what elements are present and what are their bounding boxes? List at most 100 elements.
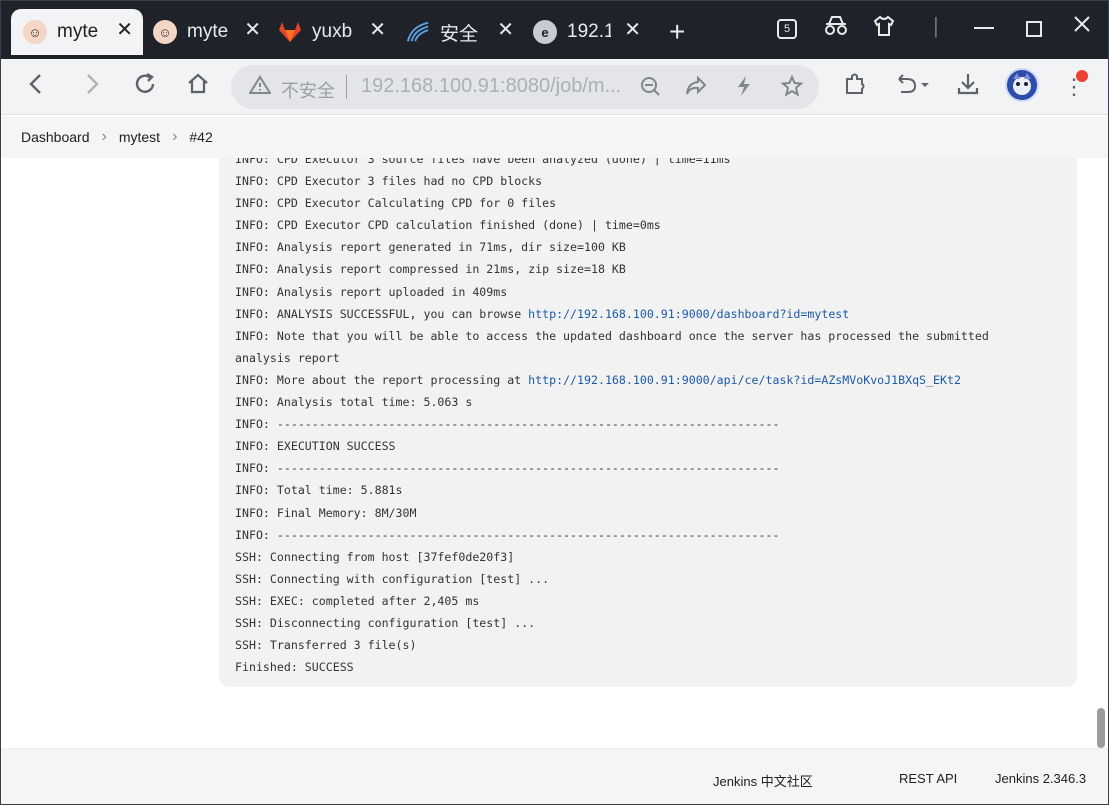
reload-button[interactable] — [133, 71, 157, 102]
console-line: analysis report — [235, 347, 1061, 369]
console-line-text: INFO: ----------------------------------… — [235, 527, 780, 542]
notification-badge — [1076, 70, 1088, 82]
main-content: INFO: CPD Executor 3 source files have b… — [1, 158, 1108, 748]
console-line: INFO: CPD Executor Calculating CPD for 0… — [235, 192, 1061, 214]
console-line-text: INFO: ----------------------------------… — [235, 417, 780, 432]
console-output: INFO: CPD Executor 3 source files have b… — [219, 158, 1077, 687]
signal-icon — [406, 20, 430, 44]
zoom-out-icon[interactable] — [639, 75, 661, 103]
console-line-text: INFO: EXECUTION SUCCESS — [235, 439, 396, 454]
tab-label: myte — [57, 21, 99, 42]
close-icon[interactable]: ✕ — [497, 20, 514, 40]
console-line-text: INFO: Analysis total time: 5.063 s — [235, 395, 473, 410]
console-line: INFO: Final Memory: 8M/30M — [235, 502, 1061, 524]
home-button[interactable] — [186, 71, 210, 102]
close-icon[interactable]: ✕ — [244, 20, 261, 40]
footer: Jenkins 中文社区 REST API Jenkins 2.346.3 — [1, 748, 1108, 804]
console-line-text: analysis report — [235, 350, 340, 365]
close-icon[interactable]: ✕ — [624, 20, 641, 40]
divider: | — [933, 13, 939, 38]
tab-mytest-active[interactable]: ☺ myte ✕ — [11, 9, 143, 55]
console-line-text: INFO: CPD Executor 3 files had no CPD bl… — [235, 174, 543, 189]
console-line: INFO: ----------------------------------… — [235, 524, 1061, 546]
warning-icon — [248, 75, 272, 100]
console-line-text: SSH: EXEC: completed after 2,405 ms — [235, 593, 480, 608]
console-line: INFO: CPD Executor 3 files had no CPD bl… — [235, 170, 1061, 192]
console-line-text: INFO: Analysis report compressed in 21ms… — [235, 262, 626, 277]
star-icon[interactable] — [780, 74, 804, 103]
tab-bar: ☺ myte ✕ ☺ myte ✕ yuxb ✕ 安全 ✕ e 192.1 ✕ — [1, 1, 1108, 59]
browser-window: ☺ myte ✕ ☺ myte ✕ yuxb ✕ 安全 ✕ e 192.1 ✕ — [0, 0, 1109, 805]
url-text[interactable]: 192.168.100.91:8080/job/m... — [361, 75, 621, 98]
console-line: INFO: Analysis report generated in 71ms,… — [235, 236, 1061, 258]
console-line: INFO: Analysis report compressed in 21ms… — [235, 258, 1061, 280]
console-line-text: SSH: Connecting with configuration [test… — [235, 571, 550, 586]
console-line: INFO: ----------------------------------… — [235, 457, 1061, 479]
console-line: SSH: Connecting with configuration [test… — [235, 568, 1061, 590]
tab-count-icon[interactable]: 5 — [777, 19, 797, 39]
console-line-text: INFO: More about the report processing a… — [235, 372, 529, 387]
security-label: 不安全 — [281, 81, 335, 101]
breadcrumb: Dashboard › mytest › #42 — [1, 116, 1108, 158]
console-line-text: INFO: CPD Executor CPD calculation finis… — [235, 218, 661, 233]
maximize-button[interactable] — [1026, 21, 1042, 37]
tab-ip[interactable]: e 192.1 ✕ — [521, 9, 651, 55]
console-line: INFO: ANALYSIS SUCCESSFUL, you can brows… — [235, 303, 1061, 325]
gitlab-icon — [278, 20, 302, 44]
extensions-icon[interactable] — [843, 71, 867, 102]
close-icon[interactable]: ✕ — [369, 20, 386, 40]
chevron-right-icon: › — [101, 128, 107, 145]
console-line-text: INFO: Analysis report generated in 71ms,… — [235, 240, 626, 255]
jenkins-icon: ☺ — [23, 20, 47, 44]
back-button[interactable] — [25, 71, 47, 102]
avatar[interactable] — [1005, 68, 1039, 102]
scrollbar[interactable] — [1097, 708, 1105, 748]
close-icon[interactable]: ✕ — [116, 20, 133, 40]
incognito-icon[interactable] — [824, 15, 848, 43]
breadcrumb-job[interactable]: mytest — [119, 129, 160, 145]
tab-label: yuxb — [312, 21, 353, 42]
footer-version[interactable]: Jenkins 2.346.3 — [995, 771, 1086, 786]
tab-mytest[interactable]: ☺ myte ✕ — [141, 9, 271, 55]
console-line-text: INFO: CPD Executor Calculating CPD for 0… — [235, 196, 557, 211]
tab-gitlab[interactable]: yuxb ✕ — [266, 9, 396, 55]
console-line: INFO: Analysis total time: 5.063 s — [235, 391, 1061, 413]
console-line: INFO: Analysis report uploaded in 409ms — [235, 281, 1061, 303]
forward-button[interactable] — [81, 71, 103, 102]
console-line-text: SSH: Disconnecting configuration [test] … — [235, 615, 536, 630]
minimize-button[interactable] — [974, 27, 994, 29]
console-line: INFO: Note that you will be able to acce… — [235, 325, 1061, 347]
console-line: INFO: Total time: 5.881s — [235, 479, 1061, 501]
undo-dropdown-icon[interactable] — [895, 71, 931, 102]
edge-icon: e — [533, 20, 557, 44]
lightning-icon[interactable] — [735, 75, 753, 103]
shirt-icon[interactable] — [873, 15, 895, 43]
console-line: INFO: CPD Executor 3 source files have b… — [235, 158, 1061, 170]
window-close-button[interactable] — [1073, 13, 1091, 39]
console-line-text: INFO: ANALYSIS SUCCESSFUL, you can brows… — [235, 306, 529, 321]
console-line: INFO: ----------------------------------… — [235, 413, 1061, 435]
console-line-text: Finished: SUCCESS — [235, 660, 354, 675]
share-icon[interactable] — [685, 75, 707, 103]
tab-label: 192.1 — [567, 21, 611, 42]
console-line-text: INFO: Analysis report uploaded in 409ms — [235, 284, 508, 299]
footer-community-link[interactable]: Jenkins 中文社区 — [713, 771, 813, 790]
download-icon[interactable] — [956, 71, 980, 102]
new-tab-button[interactable]: + — [669, 18, 685, 46]
breadcrumb-dashboard[interactable]: Dashboard — [21, 129, 90, 145]
divider — [346, 75, 347, 99]
console-link[interactable]: http://192.168.100.91:9000/dashboard?id=… — [528, 307, 849, 321]
address-bar[interactable]: 不安全 192.168.100.91:8080/job/m... — [231, 65, 819, 109]
chevron-right-icon: › — [172, 128, 178, 145]
tab-label: myte — [187, 21, 229, 42]
console-line: INFO: More about the report processing a… — [235, 369, 1061, 391]
tab-security[interactable]: 安全 ✕ — [394, 9, 524, 55]
breadcrumb-build[interactable]: #42 — [189, 129, 212, 145]
console-line-text: SSH: Connecting from host [37fef0de20f3] — [235, 549, 515, 564]
footer-rest-api-link[interactable]: REST API — [899, 771, 957, 786]
console-line: INFO: CPD Executor CPD calculation finis… — [235, 214, 1061, 236]
console-line-text: INFO: ----------------------------------… — [235, 461, 780, 476]
tab-label: 安全 — [440, 23, 479, 45]
console-line-text: INFO: Total time: 5.881s — [235, 483, 403, 498]
console-link[interactable]: http://192.168.100.91:9000/api/ce/task?i… — [528, 373, 961, 387]
